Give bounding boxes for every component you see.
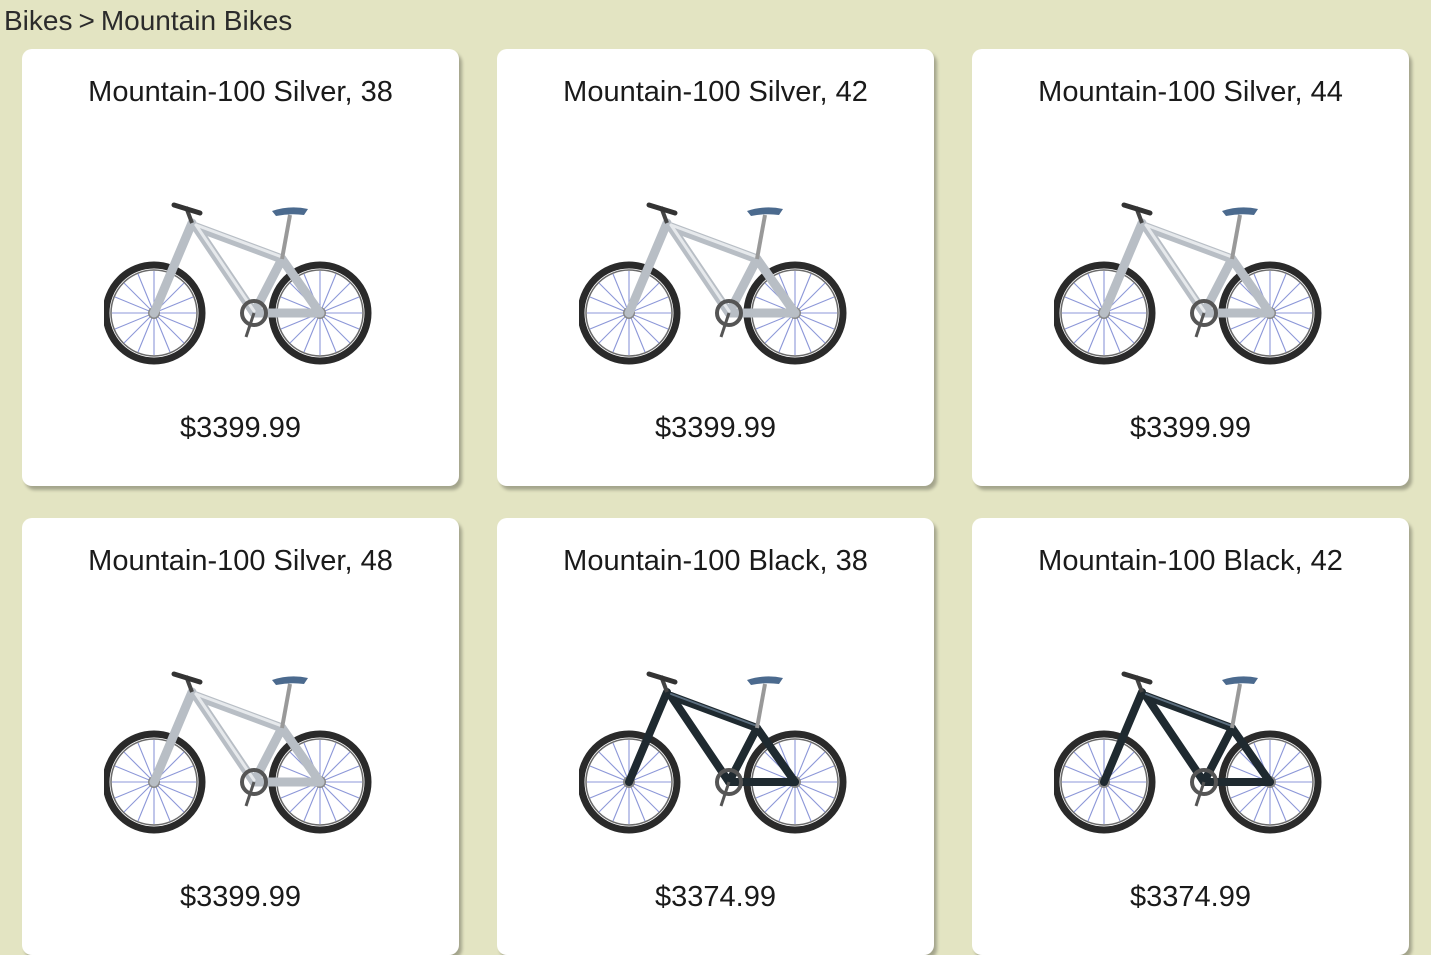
product-card[interactable]: Mountain-100 Silver, 48 $3399.99 (22, 518, 459, 955)
silver-mountain-bike-image (579, 201, 849, 373)
product-price: $3399.99 (180, 412, 301, 444)
product-name: Mountain-100 Black, 38 (563, 545, 868, 577)
product-price: $3374.99 (1130, 881, 1251, 913)
product-name: Mountain-100 Silver, 48 (88, 545, 393, 577)
product-card[interactable]: Mountain-100 Silver, 44 $3399.99 (972, 49, 1409, 486)
product-card[interactable]: Mountain-100 Black, 38 $3374.99 (497, 518, 934, 955)
silver-mountain-bike-image (1054, 201, 1324, 373)
product-name: Mountain-100 Silver, 44 (1038, 76, 1343, 108)
silver-mountain-bike-image (104, 201, 374, 373)
product-price: $3399.99 (1130, 412, 1251, 444)
black-mountain-bike-image (1054, 670, 1324, 842)
black-mountain-bike-image (579, 670, 849, 842)
product-grid: Mountain-100 Silver, 38 $3399.99 Mountai… (22, 49, 1409, 955)
breadcrumb-current: Mountain Bikes (100, 5, 293, 36)
product-price: $3399.99 (655, 412, 776, 444)
product-price: $3399.99 (180, 881, 301, 913)
silver-mountain-bike-image (104, 670, 374, 842)
product-name: Mountain-100 Silver, 38 (88, 76, 393, 108)
product-name: Mountain-100 Silver, 42 (563, 76, 868, 108)
product-card[interactable]: Mountain-100 Black, 42 $3374.99 (972, 518, 1409, 955)
breadcrumb: Bikes > Mountain Bikes (4, 4, 292, 38)
breadcrumb-root-link[interactable]: Bikes (4, 5, 72, 36)
product-card[interactable]: Mountain-100 Silver, 38 $3399.99 (22, 49, 459, 486)
product-name: Mountain-100 Black, 42 (1038, 545, 1343, 577)
product-price: $3374.99 (655, 881, 776, 913)
breadcrumb-separator: > (78, 5, 95, 36)
product-card[interactable]: Mountain-100 Silver, 42 $3399.99 (497, 49, 934, 486)
